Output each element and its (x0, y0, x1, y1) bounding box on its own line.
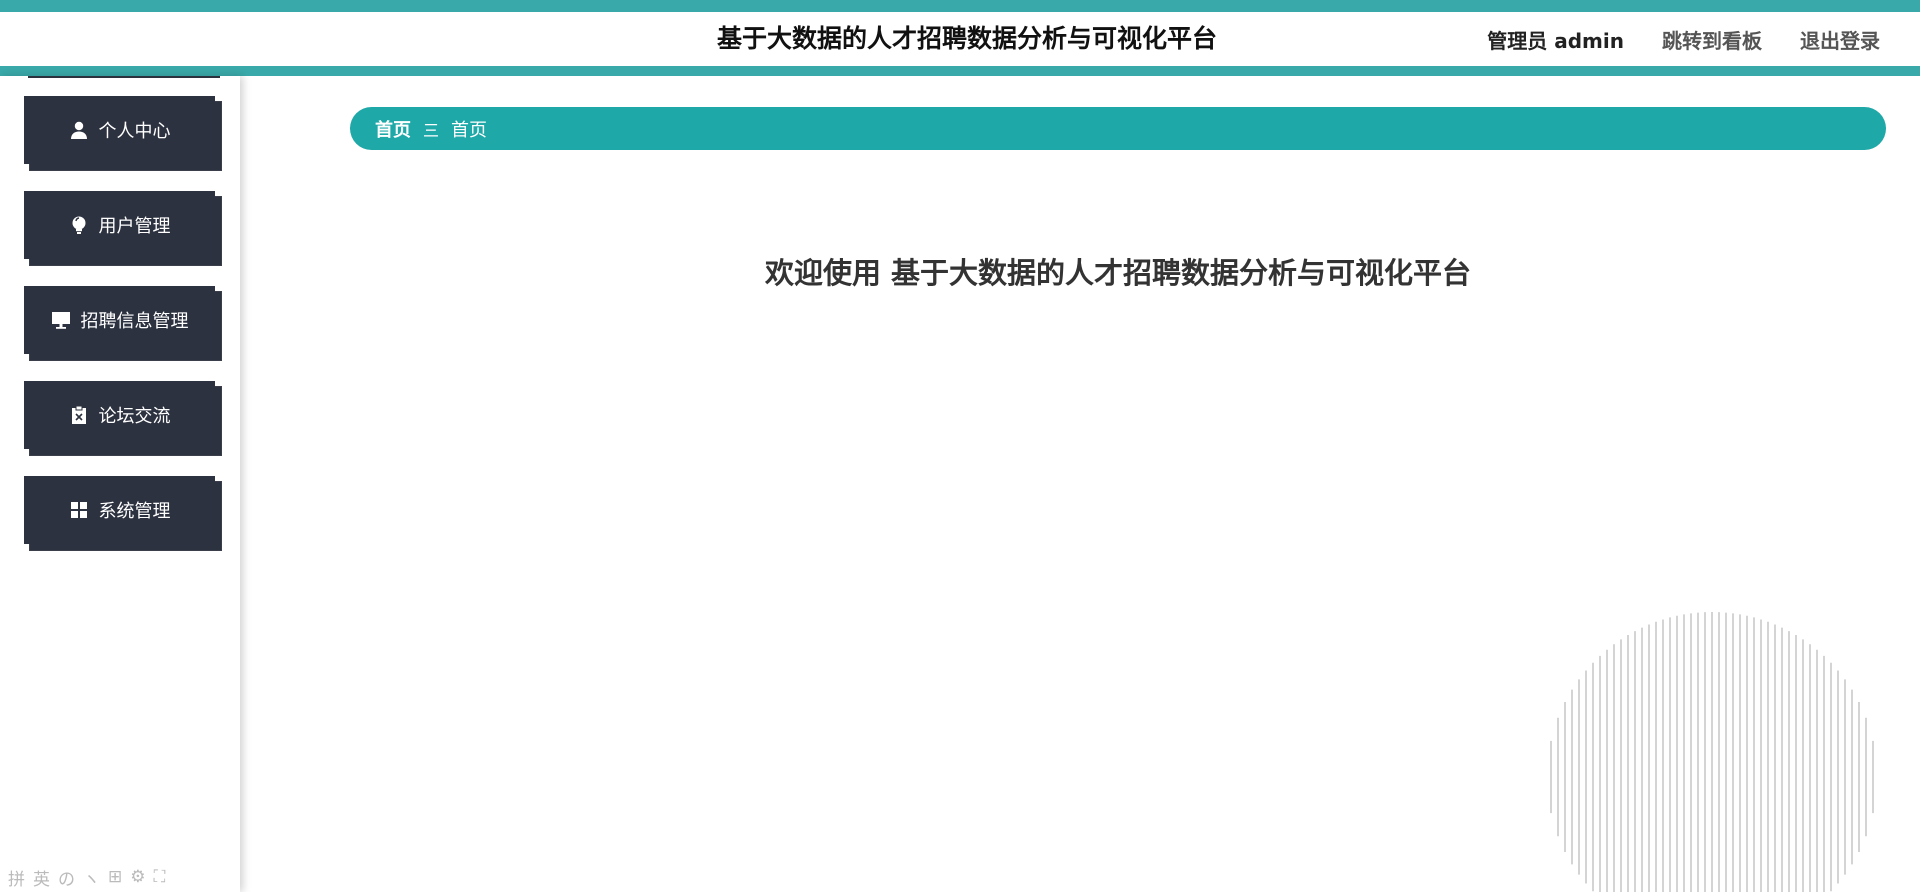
ime-settings-icon[interactable]: ⚙ (130, 867, 145, 887)
ime-moon-icon[interactable]: の (58, 865, 75, 890)
lightbulb-icon (69, 215, 89, 235)
breadcrumb: 首页 三 首页 (350, 107, 1886, 150)
sidebar: 个人中心 用户管理 招聘信息管理 论坛交流 系统管理 (0, 76, 240, 892)
welcome-heading: 欢迎使用 基于大数据的人才招聘数据分析与可视化平台 (764, 256, 1472, 290)
user-icon (69, 120, 89, 140)
sidebar-item-label: 用户管理 (98, 216, 171, 237)
admin-user-label: 管理员 admin (1487, 28, 1624, 53)
decorative-striped-circle (1550, 612, 1874, 892)
breadcrumb-home-link[interactable]: 首页 (375, 116, 411, 142)
sidebar-item-label: 个人中心 (98, 121, 171, 142)
sidebar-item-label: 论坛交流 (98, 406, 171, 427)
grid-icon (69, 500, 89, 520)
sidebar-item-personal-center[interactable]: 个人中心 (24, 96, 215, 164)
breadcrumb-current: 首页 (451, 119, 488, 141)
sidebar-item-recruitment-management[interactable]: 招聘信息管理 (24, 286, 215, 354)
logout-link[interactable]: 退出登录 (1800, 25, 1880, 54)
sidebar-item-label: 招聘信息管理 (80, 311, 189, 332)
sidebar-item-forum[interactable]: 论坛交流 (24, 381, 215, 449)
ime-toolbar: 拼 英 の ヽ ⊞ ⚙ ⛶ (8, 865, 166, 890)
sidebar-item-user-management[interactable]: 用户管理 (24, 191, 215, 259)
ime-expand-icon[interactable]: ⛶ (154, 867, 166, 887)
sidebar-item-system-management[interactable]: 系统管理 (24, 476, 215, 544)
ime-punctuation-icon[interactable]: ヽ (83, 865, 100, 890)
header-nav: 管理员 admin 跳转到看板 退出登录 (1487, 12, 1880, 66)
breadcrumb-separator-icon: 三 (423, 120, 440, 140)
sidebar-item-label: 系统管理 (98, 501, 171, 522)
monitor-icon (51, 310, 71, 330)
top-header: 基于大数据的人才招聘数据分析与可视化平台 管理员 admin 跳转到看板 退出登… (0, 0, 1920, 76)
ime-keyboard-icon[interactable]: ⊞ (108, 867, 122, 887)
clipboard-x-icon (69, 405, 89, 425)
dashboard-link[interactable]: 跳转到看板 (1662, 25, 1762, 54)
sidebar-divider (28, 76, 220, 78)
ime-english-icon[interactable]: 英 (33, 865, 50, 890)
ime-pinyin-icon[interactable]: 拼 (8, 865, 25, 890)
